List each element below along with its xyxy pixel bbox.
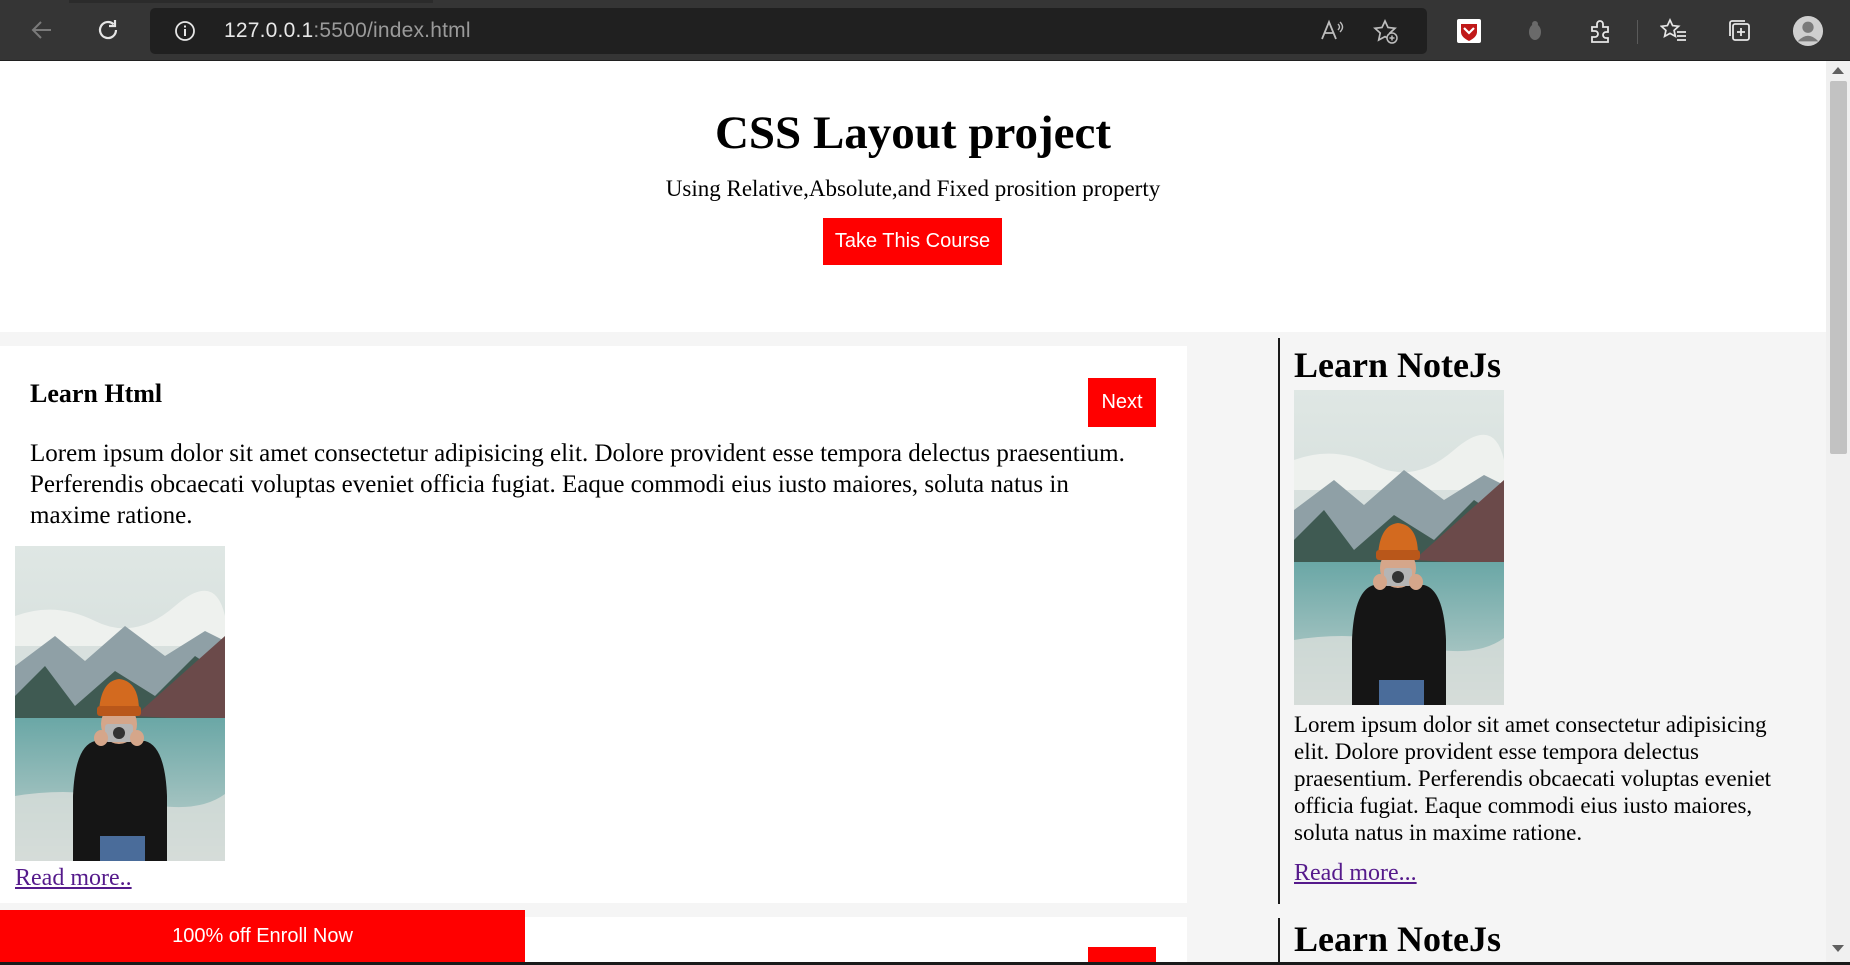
page-subtitle: Using Relative,Absolute,and Fixed prosit… [665, 176, 1161, 201]
browser-toolbar: 127.0.0.1:5500/index.html [0, 0, 1850, 61]
photographer-image [15, 546, 225, 861]
sidebar-card-nodejs: Learn NoteJs Lorem ipsum dolor sit amet … [1294, 344, 1800, 887]
enroll-now-banner[interactable]: 100% off Enroll Now [0, 910, 525, 962]
page-viewport: CSS Layout project Using Relative,Absolu… [0, 61, 1826, 965]
sidebar-card-title-2: Learn NoteJs [1294, 919, 1501, 959]
extension-dot-icon[interactable] [1519, 15, 1551, 47]
toolbar-separator [1637, 20, 1638, 44]
course-card-html: Learn Html Next Lorem ipsum dolor sit am… [0, 346, 1187, 903]
address-bar[interactable]: 127.0.0.1:5500/index.html [150, 8, 1427, 54]
active-tab-edge [69, 0, 433, 3]
sidebar-card-title: Learn NoteJs [1294, 345, 1501, 385]
page-title: CSS Layout project [714, 107, 1112, 159]
refresh-button[interactable] [92, 14, 124, 46]
sidebar-card-nodejs-2: Learn NoteJs [1294, 918, 1501, 960]
url-text: 127.0.0.1:5500/index.html [224, 19, 471, 43]
sidebar-read-more-link[interactable]: Read more... [1294, 860, 1800, 887]
vertical-scrollbar[interactable] [1826, 61, 1850, 965]
sidebar-divider [1278, 338, 1280, 965]
take-course-button[interactable]: Take This Course [823, 218, 1002, 265]
next-button[interactable]: Next [1088, 378, 1156, 427]
photographer-image [1294, 390, 1504, 705]
add-favorite-icon[interactable] [1373, 18, 1399, 50]
hero-header: CSS Layout project Using Relative,Absolu… [0, 61, 1826, 332]
site-info-icon[interactable] [174, 20, 196, 47]
card-title: Learn Html [30, 379, 163, 408]
scroll-down-arrow-icon[interactable] [1832, 945, 1844, 952]
back-arrow-icon [31, 21, 51, 39]
refresh-icon [98, 20, 118, 40]
card-text: Lorem ipsum dolor sit amet consectetur a… [30, 440, 1125, 529]
favorites-icon[interactable] [1658, 15, 1690, 47]
scroll-up-arrow-icon[interactable] [1832, 67, 1844, 74]
read-aloud-icon[interactable] [1319, 19, 1345, 48]
scrollbar-thumb[interactable] [1830, 81, 1847, 454]
collections-icon[interactable] [1724, 15, 1756, 47]
back-button[interactable] [26, 14, 58, 46]
extensions-puzzle-icon[interactable] [1585, 15, 1617, 47]
url-path: :5500/index.html [313, 19, 471, 42]
mcafee-extension-icon[interactable] [1453, 15, 1485, 47]
read-more-link[interactable]: Read more.. [15, 865, 132, 892]
profile-avatar-icon[interactable] [1792, 15, 1824, 47]
sidebar-card-text: Lorem ipsum dolor sit amet consectetur a… [1294, 712, 1772, 845]
url-host: 127.0.0.1 [224, 19, 314, 42]
sidebar-divider-gap [1278, 904, 1280, 918]
